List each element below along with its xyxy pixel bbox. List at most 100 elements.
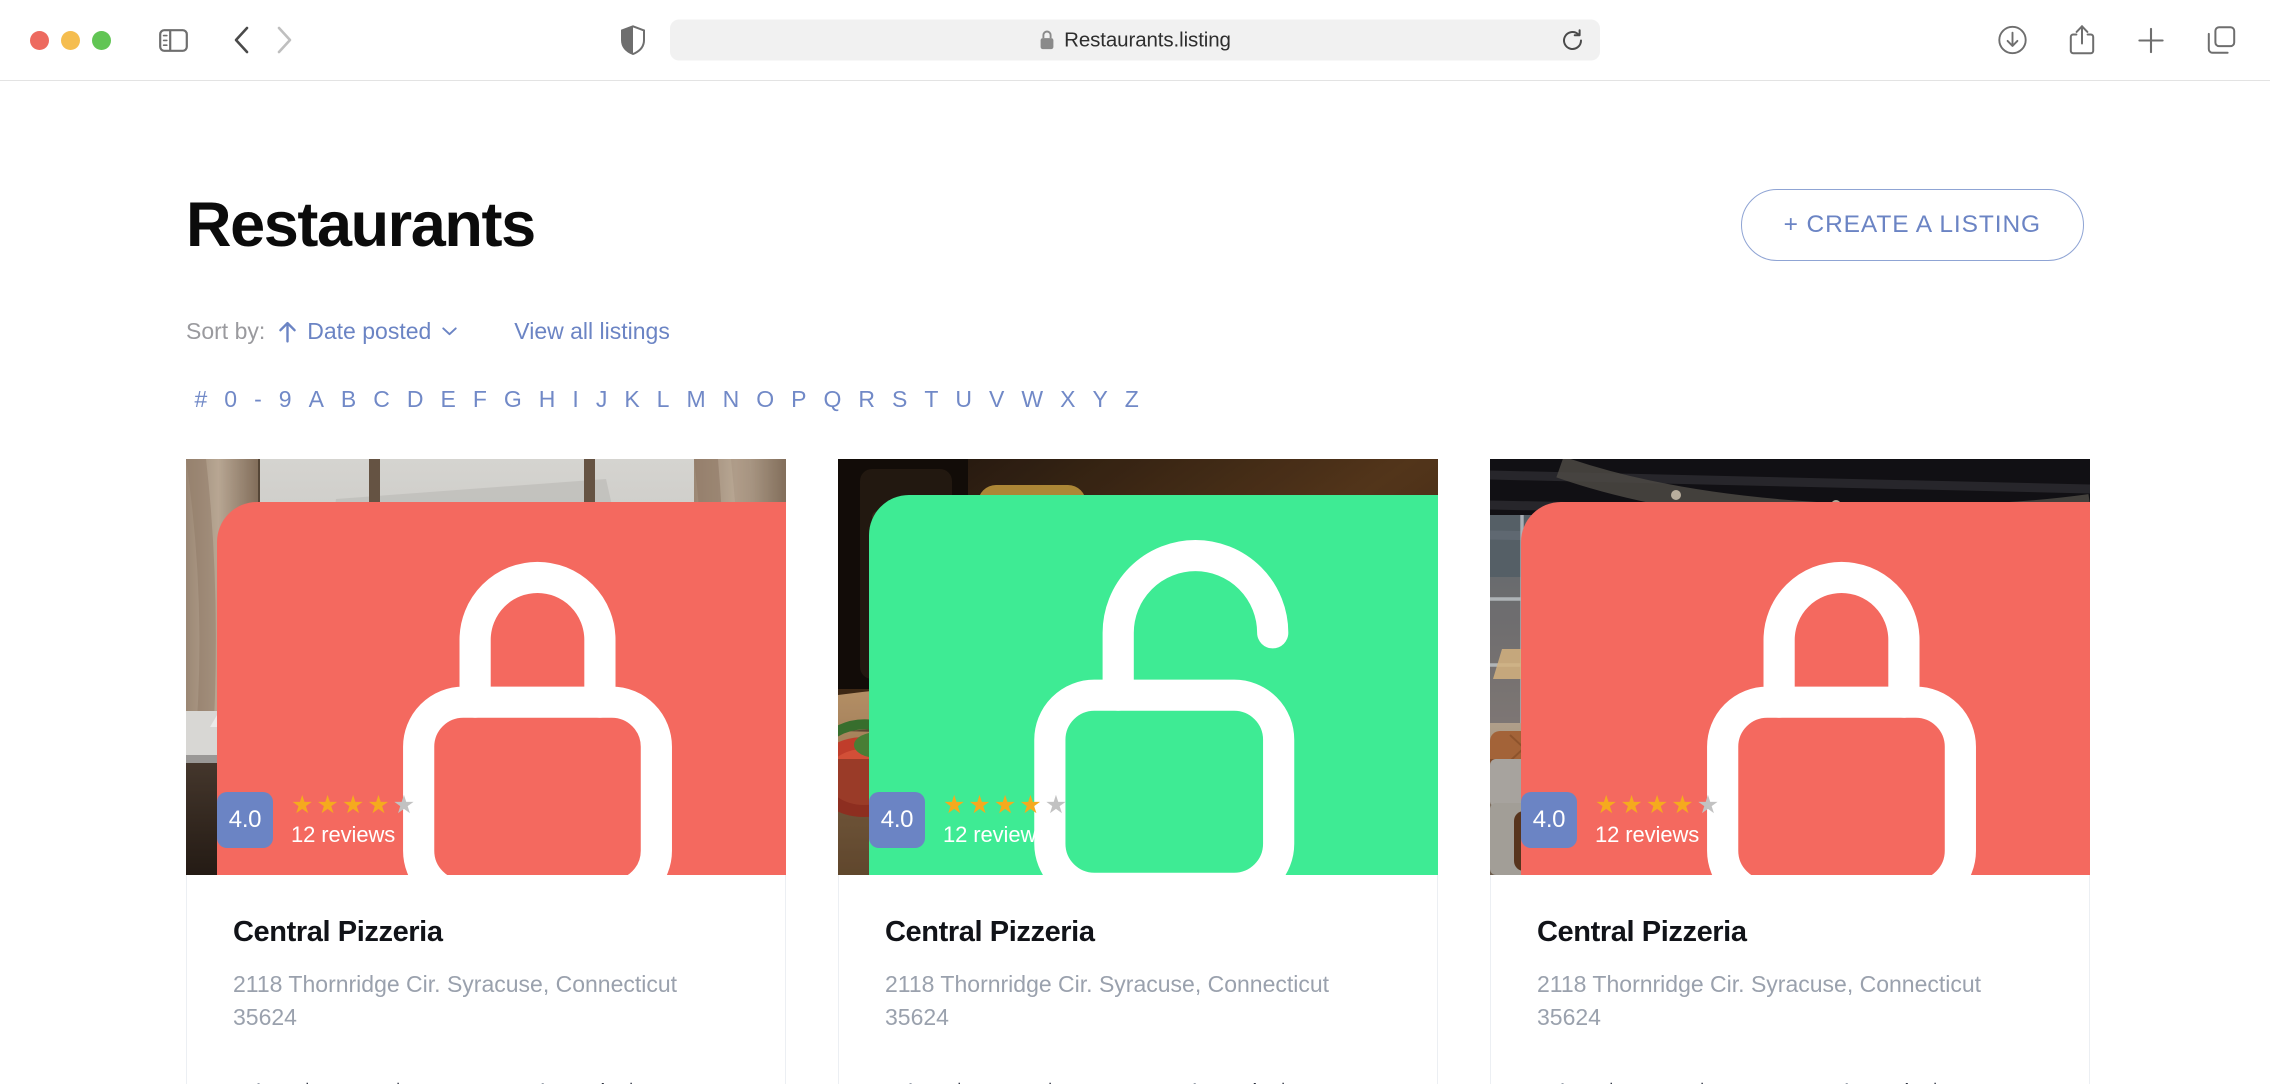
rating-score: 4.0: [869, 792, 925, 848]
alphabet-filter-item[interactable]: R: [850, 388, 884, 411]
price-label: Price:: [885, 1079, 944, 1084]
order-value: Min $100: [581, 1079, 676, 1084]
alphabet-filter-item[interactable]: #: [186, 388, 216, 411]
downloads-icon: [1998, 25, 2027, 55]
listing-card[interactable]: Open now 4.0 ★★★★★ 12 reviews Central Pi…: [838, 459, 1438, 1084]
rating-score: 4.0: [1521, 792, 1577, 848]
star-icon: ★: [1019, 791, 1042, 819]
star-icon: ★: [341, 791, 365, 819]
price-value: $10.00 - $30.00: [301, 1079, 462, 1084]
order-value: Min $100: [1233, 1079, 1328, 1084]
alphabet-filter-item[interactable]: K: [616, 388, 648, 411]
star-icon: ★: [968, 791, 991, 819]
chevron-left-icon: [234, 26, 249, 54]
reload-button[interactable]: [1561, 28, 1584, 52]
alphabet-filter-item[interactable]: A: [300, 388, 332, 411]
alphabet-filter-item[interactable]: -: [246, 388, 271, 411]
alphabet-filter-item[interactable]: N: [714, 388, 748, 411]
star-icon: ★: [1671, 791, 1694, 819]
sort-dropdown-button[interactable]: [442, 327, 457, 336]
star-rating: ★ ★ ★ ★ ★: [943, 793, 1067, 818]
alphabet-filter-item[interactable]: C: [365, 388, 399, 411]
alphabet-filter-item[interactable]: O: [748, 388, 783, 411]
page-title: Restaurants: [186, 189, 536, 260]
alphabet-filter-item[interactable]: E: [432, 388, 464, 411]
star-icon: ★: [316, 791, 339, 819]
listing-name: Central Pizzeria: [1537, 916, 1747, 948]
chevron-down-icon: [442, 327, 457, 336]
tab-overview-button[interactable]: [2207, 26, 2236, 55]
view-all-listings-link[interactable]: View all listings: [514, 318, 670, 345]
share-button[interactable]: [2069, 25, 2095, 56]
alphabet-filter-item[interactable]: D: [398, 388, 432, 411]
new-tab-button[interactable]: [2137, 26, 2165, 54]
alphabet-filter-item[interactable]: Y: [1084, 388, 1116, 411]
forward-button[interactable]: [276, 26, 293, 54]
listing-name: Central Pizzeria: [233, 916, 443, 948]
star-rating: ★ ★ ★ ★ ★: [291, 793, 415, 818]
star-icon: ★: [1645, 791, 1669, 819]
sort-direction-button[interactable]: [278, 321, 297, 343]
alphabet-filter-item[interactable]: U: [947, 388, 981, 411]
alphabet-filter-item[interactable]: L: [648, 388, 678, 411]
alphabet-filter-item[interactable]: M: [678, 388, 714, 411]
alphabet-filter-item[interactable]: W: [1013, 388, 1052, 411]
alphabet-filter: #0-9 A B C D E F G H I J K L M N O P Q R S T U V W X Y Z: [186, 388, 2084, 411]
price-label: Price:: [233, 1079, 292, 1084]
star-icon: ★: [1620, 791, 1643, 819]
shield-icon: [621, 25, 645, 55]
rating-details: ★ ★ ★ ★ ★ 12 reviews: [1595, 792, 1719, 848]
minimize-window-button[interactable]: [61, 30, 80, 50]
url-content: Restaurants.listing: [1039, 28, 1231, 52]
listing-meta: Price: $10.00 - $30.00 Order: Min $100: [1537, 1079, 2043, 1084]
listing-address: 2118 Thornridge Cir. Syracuse, Connectic…: [1537, 970, 1982, 1031]
listing-image: Close now 4.0 ★★★★★ 12 reviews: [1490, 459, 2090, 875]
listing-meta: Price: $10.00 - $30.00 Order: Min $100: [233, 1079, 739, 1084]
listing-address: 2118 Thornridge Cir. Syracuse, Connectic…: [885, 970, 1330, 1031]
star-icon: ★: [291, 791, 314, 819]
listing-name: Central Pizzeria: [885, 916, 1095, 948]
tab-overview-icon: [2207, 26, 2236, 54]
page-header: Restaurants + CREATE A LISTING: [186, 81, 2084, 261]
alphabet-filter-item[interactable]: I: [564, 388, 587, 411]
sort-bar: Sort by: Date posted View all listings: [186, 318, 2084, 345]
sidebar-icon: [158, 28, 188, 52]
zoom-window-button[interactable]: [92, 30, 111, 50]
alphabet-filter-item[interactable]: Q: [815, 388, 850, 411]
sidebar-toggle-button[interactable]: [157, 27, 189, 53]
back-button[interactable]: [233, 26, 250, 54]
listing-meta: Price: $10.00 - $30.00 Order: Min $100: [885, 1079, 1391, 1084]
listing-card[interactable]: Close now 4.0 ★★★★★ 12 reviews Central P…: [186, 459, 786, 1084]
alphabet-filter-item[interactable]: G: [495, 388, 530, 411]
alphabet-filter-item[interactable]: P: [783, 388, 815, 411]
alphabet-filter-item[interactable]: 9: [270, 388, 300, 411]
star-icon: ★: [1044, 791, 1068, 819]
downloads-button[interactable]: [1998, 25, 2027, 55]
rating-block: 4.0 ★ ★ ★ ★ ★ 12 reviews: [869, 792, 1067, 848]
alphabet-filter-item[interactable]: B: [332, 388, 364, 411]
alphabet-filter-item[interactable]: T: [916, 388, 947, 411]
alphabet-filter-item[interactable]: Z: [1116, 388, 1147, 411]
reviews-count: 12 reviews: [291, 822, 396, 847]
listing-address: 2118 Thornridge Cir. Syracuse, Connectic…: [233, 970, 678, 1031]
alphabet-filter-item[interactable]: J: [587, 388, 616, 411]
alphabet-filter-item[interactable]: S: [884, 388, 916, 411]
rating-block: 4.0 ★ ★ ★ ★ ★ 12 reviews: [217, 792, 415, 848]
alphabet-filter-item[interactable]: 0: [216, 388, 246, 411]
alphabet-filter-item[interactable]: X: [1052, 388, 1084, 411]
star-icon: ★: [367, 791, 390, 819]
listing-card[interactable]: Close now 4.0 ★★★★★ 12 reviews Central P…: [1490, 459, 2090, 1084]
privacy-report-button[interactable]: [620, 25, 646, 55]
arrow-up-icon: [279, 321, 297, 343]
create-listing-button[interactable]: + CREATE A LISTING: [1740, 189, 2084, 261]
lock-icon: [1040, 30, 1054, 50]
url-bar[interactable]: Restaurants.listing: [670, 19, 1600, 61]
alphabet-filter-item[interactable]: H: [530, 388, 564, 411]
alphabet-filter-item[interactable]: F: [464, 388, 495, 411]
listing-image: Open now 4.0 ★★★★★ 12 reviews: [838, 459, 1438, 875]
close-window-button[interactable]: [30, 30, 49, 50]
sort-value[interactable]: Date posted: [307, 318, 431, 345]
listing-image: Close now 4.0 ★★★★★ 12 reviews: [186, 459, 786, 875]
alphabet-filter-item[interactable]: V: [981, 388, 1013, 411]
star-rating: ★ ★ ★ ★ ★: [1595, 793, 1719, 818]
